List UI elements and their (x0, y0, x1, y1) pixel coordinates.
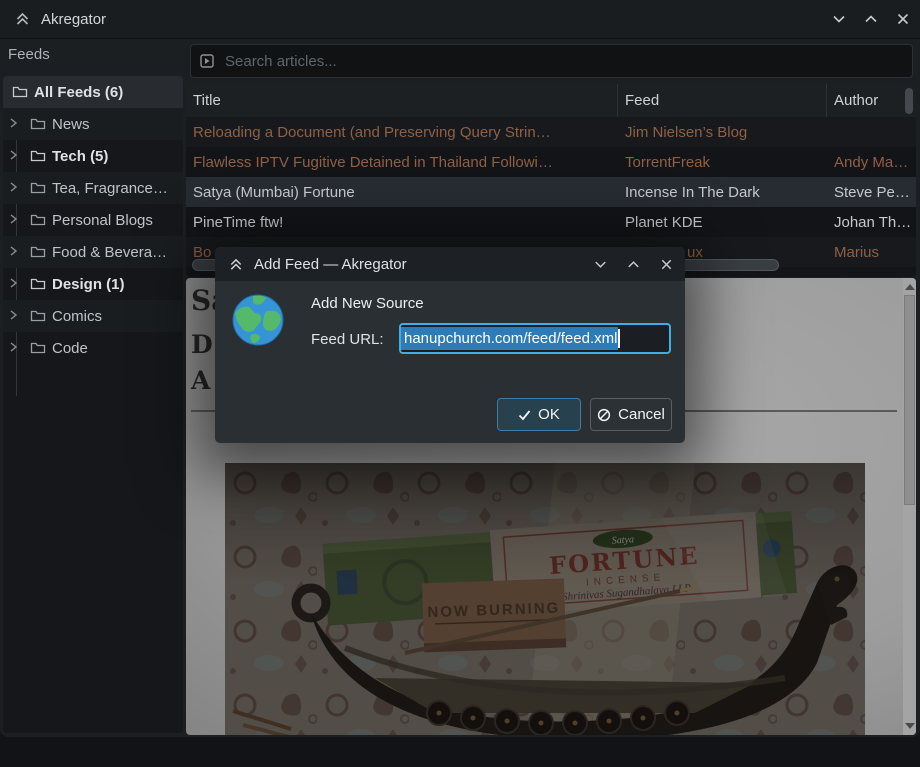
column-header-author[interactable]: Author (827, 84, 916, 117)
sidebar-item-label: All Feeds (6) (34, 84, 123, 101)
dialog-heading: Add New Source (311, 295, 424, 312)
article-title: Reloading a Document (and Preserving Que… (186, 117, 618, 147)
folder-icon (30, 213, 46, 227)
expander-chevron-icon[interactable] (9, 244, 18, 261)
expander-chevron-icon[interactable] (9, 212, 18, 229)
shade-window-icon[interactable] (228, 257, 244, 272)
sidebar-item-food-beverage[interactable]: Food & Bevera… (3, 236, 183, 268)
add-feed-dialog: Add Feed — Akregator (215, 247, 685, 443)
sidebar-item-tech[interactable]: Tech (5) (3, 140, 183, 172)
close-icon[interactable] (658, 257, 675, 272)
folder-icon (30, 277, 46, 291)
feeds-panel-header: Feeds (8, 46, 50, 63)
article-headline-fragment: D (191, 330, 213, 359)
sidebar-item-tea-fragrance[interactable]: Tea, Fragrance… (3, 172, 183, 204)
checkmark-icon (518, 409, 531, 421)
article-author: Johan Th… (827, 207, 916, 237)
window-title: Akregator (41, 11, 106, 28)
article-title: Satya (Mumbai) Fortune (186, 177, 618, 207)
column-header-feed[interactable]: Feed (618, 84, 827, 117)
article-row[interactable]: PineTime ftw! Planet KDE Johan Th… (186, 207, 916, 237)
search-input[interactable]: Search articles... (190, 44, 913, 78)
sidebar-item-label: Code (52, 340, 88, 357)
expander-chevron-icon[interactable] (9, 116, 18, 133)
article-author: Andy Ma… (827, 147, 916, 177)
column-header-title[interactable]: Title (186, 84, 618, 117)
sidebar-item-label: Comics (52, 308, 102, 325)
article-feed: Incense In The Dark (618, 177, 827, 207)
scrollbar-thumb[interactable] (904, 295, 915, 505)
article-row[interactable]: Flawless IPTV Fugitive Detained in Thail… (186, 147, 916, 177)
article-author: Marius (827, 237, 916, 267)
expander-chevron-icon[interactable] (9, 180, 18, 197)
sidebar-item-news[interactable]: News (3, 108, 183, 140)
article-author (827, 117, 916, 147)
filter-icon (199, 53, 215, 69)
shade-window-icon[interactable] (14, 11, 31, 27)
sidebar-item-label: News (52, 116, 90, 133)
folder-icon (30, 245, 46, 259)
sidebar-item-label: Food & Bevera… (52, 244, 167, 261)
sidebar-item-comics[interactable]: Comics (3, 300, 183, 332)
sidebar-item-label: Design (1) (52, 276, 125, 293)
sidebar-item-label: Tea, Fragrance… (52, 180, 168, 197)
scroll-up-icon[interactable] (905, 284, 915, 290)
folder-icon (30, 181, 46, 195)
maximize-icon[interactable] (862, 11, 880, 27)
feed-url-input[interactable]: hanupchurch.com/feed/feed.xml (399, 323, 671, 354)
sidebar-item-design[interactable]: Design (1) (3, 268, 183, 300)
sidebar-item-label: Tech (5) (52, 148, 108, 165)
folder-icon (12, 85, 28, 99)
expander-chevron-icon[interactable] (9, 340, 18, 357)
dialog-titlebar: Add Feed — Akregator (215, 247, 685, 281)
article-row-selected[interactable]: Satya (Mumbai) Fortune Incense In The Da… (186, 177, 916, 207)
minimize-icon[interactable] (592, 257, 609, 272)
feed-url-selected-text: hanupchurch.com/feed/feed.xml (401, 327, 618, 350)
article-title: Flawless IPTV Fugitive Detained in Thail… (186, 147, 618, 177)
ok-button[interactable]: OK (497, 398, 581, 431)
feed-url-label: Feed URL: (311, 331, 384, 348)
sidebar-item-all-feeds[interactable]: All Feeds (6) (3, 76, 183, 108)
expander-chevron-icon[interactable] (9, 308, 18, 325)
cancel-button-label: Cancel (618, 406, 665, 423)
ok-button-label: OK (538, 406, 560, 423)
article-view-scrollbar[interactable] (903, 278, 916, 735)
search-placeholder: Search articles... (225, 53, 337, 70)
close-icon[interactable] (894, 11, 912, 27)
expander-chevron-icon[interactable] (9, 276, 18, 293)
folder-icon (30, 117, 46, 131)
article-feed: TorrentFreak (618, 147, 827, 177)
minimize-icon[interactable] (830, 11, 848, 27)
article-author: Steve Pe… (827, 177, 916, 207)
scroll-down-icon[interactable] (905, 723, 915, 729)
dialog-title: Add Feed — Akregator (254, 256, 407, 273)
article-feed: Planet KDE (618, 207, 827, 237)
sidebar-item-label: Personal Blogs (52, 212, 153, 229)
sidebar-item-personal-blogs[interactable]: Personal Blogs (3, 204, 183, 236)
article-title: PineTime ftw! (186, 207, 618, 237)
article-row[interactable]: Reloading a Document (and Preserving Que… (186, 117, 916, 147)
expander-chevron-icon[interactable] (9, 148, 18, 165)
feed-tree: All Feeds (6) News Tech (5) Tea, Fragran… (3, 76, 183, 733)
globe-icon (231, 293, 285, 347)
article-feed: Jim Nielsen’s Blog (618, 117, 827, 147)
text-caret (618, 329, 620, 348)
folder-icon (30, 309, 46, 323)
article-photo-incense-boat: Satya FORTUNE INCENSE Shrinivas Sugandha… (225, 463, 865, 735)
folder-icon (30, 149, 46, 163)
sidebar-item-code[interactable]: Code (3, 332, 183, 364)
folder-icon (30, 341, 46, 355)
list-vertical-scrollbar[interactable] (905, 88, 913, 114)
akregator-window: Akregator Feeds (0, 0, 920, 737)
article-headline-fragment: A (191, 366, 210, 395)
cancel-slash-icon (597, 408, 611, 422)
article-list-header: Title Feed Author (186, 84, 916, 117)
titlebar: Akregator (0, 0, 920, 39)
cancel-button[interactable]: Cancel (590, 398, 672, 431)
maximize-icon[interactable] (625, 257, 642, 272)
desktop: Akregator Feeds (0, 0, 920, 767)
